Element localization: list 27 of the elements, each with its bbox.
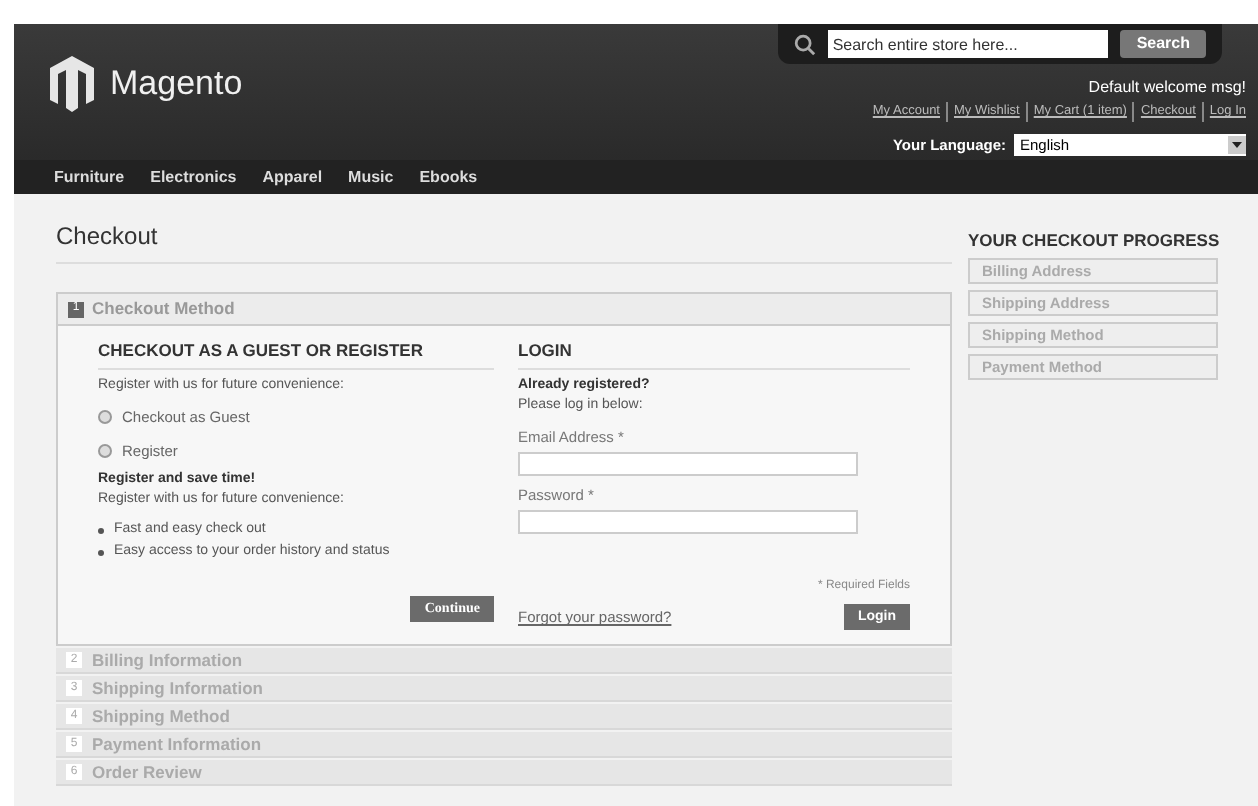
nav-link[interactable]: Apparel bbox=[262, 165, 323, 189]
bullet-icon bbox=[98, 527, 104, 533]
page-title: Checkout bbox=[56, 218, 952, 264]
logo-icon bbox=[50, 56, 94, 112]
welcome-message: Default welcome msg! bbox=[1088, 76, 1246, 100]
step-title: Billing Information bbox=[92, 647, 243, 674]
section-heading: LOGIN bbox=[518, 338, 910, 370]
section-heading: CHECKOUT AS A GUEST OR REGISTER bbox=[98, 338, 494, 370]
bullet-icon bbox=[98, 550, 104, 556]
search-button[interactable]: Search bbox=[1120, 30, 1206, 58]
nav-link[interactable]: Electronics bbox=[150, 165, 237, 189]
progress-title: YOUR CHECKOUT PROGRESS bbox=[968, 228, 1222, 254]
step-title: Shipping Method bbox=[92, 703, 230, 730]
nav-link[interactable]: Ebooks bbox=[419, 165, 478, 189]
dropdown-arrow-icon bbox=[1228, 135, 1246, 154]
step-title: Payment Information bbox=[92, 731, 262, 758]
logo-text: Magento bbox=[110, 62, 243, 107]
step-title: Shipping Information bbox=[92, 675, 263, 702]
input-field[interactable] bbox=[518, 510, 858, 535]
input-field[interactable] bbox=[518, 452, 858, 476]
search-field[interactable]: Search entire store here... bbox=[828, 30, 1109, 58]
radio-button[interactable] bbox=[98, 410, 112, 425]
search-icon bbox=[794, 33, 817, 55]
nav-link[interactable]: Furniture bbox=[54, 165, 125, 189]
radio-button[interactable] bbox=[98, 443, 112, 458]
nav-link[interactable]: Music bbox=[348, 165, 394, 189]
step-title: Order Review bbox=[92, 759, 202, 786]
